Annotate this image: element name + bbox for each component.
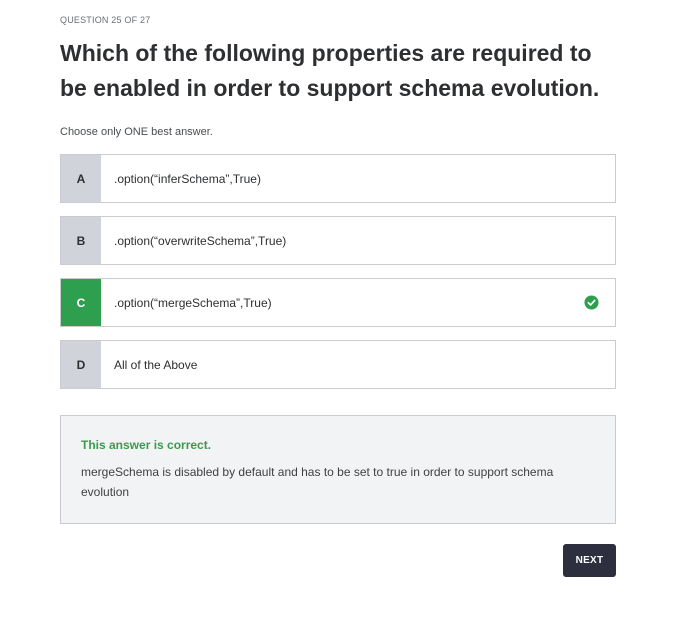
feedback-explanation: mergeSchema is disabled by default and h… [81,465,554,499]
option-a[interactable]: A .option(“inferSchema”,True) [60,154,616,203]
option-letter: C [61,279,101,326]
option-text: .option(“mergeSchema”,True) [114,295,272,310]
option-c[interactable]: C .option(“mergeSchema”,True) [60,278,616,327]
answer-feedback-panel: This answer is correct. mergeSchema is d… [60,415,616,524]
next-button[interactable]: NEXT [563,544,616,577]
question-text: Which of the following properties are re… [60,40,600,101]
option-letter: B [61,217,101,264]
option-b[interactable]: B .option(“overwriteSchema”,True) [60,216,616,265]
check-circle-icon [584,295,599,310]
option-text: .option(“overwriteSchema”,True) [114,233,287,248]
option-text: All of the Above [114,357,198,372]
answer-instruction: Choose only ONE best answer. [60,126,213,138]
option-d[interactable]: D All of the Above [60,340,616,389]
option-letter: D [61,341,101,388]
feedback-status: This answer is correct. [81,438,212,452]
option-text: .option(“inferSchema”,True) [114,171,261,186]
option-letter: A [61,155,101,202]
question-counter: QUESTION 25 OF 27 [60,15,151,25]
answer-options: A .option(“inferSchema”,True) B .option(… [60,154,616,402]
